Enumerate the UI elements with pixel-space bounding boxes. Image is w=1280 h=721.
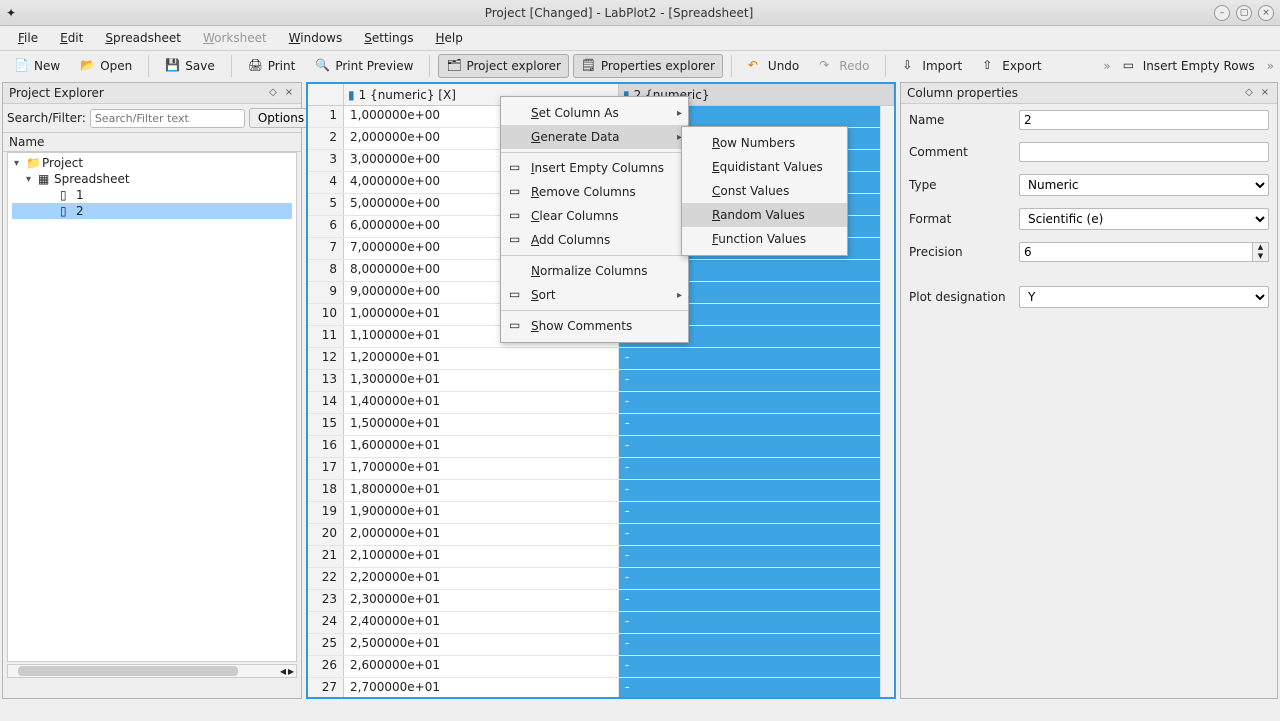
column-properties-title: Column properties bbox=[907, 86, 1239, 100]
menu-item-insert-empty-columns[interactable]: ▭Insert Empty Columns bbox=[501, 156, 688, 180]
menu-windows[interactable]: Windows bbox=[279, 28, 353, 48]
table-row[interactable]: 181,800000e+01- bbox=[308, 480, 894, 502]
menu-item-function-values[interactable]: Function Values bbox=[682, 227, 847, 251]
panel-float-button[interactable]: ◇ bbox=[267, 87, 279, 99]
options-button[interactable]: Options bbox=[249, 108, 313, 128]
project-tree[interactable]: ▾📁Project▾▦Spreadsheet▯1▯2 bbox=[7, 152, 297, 662]
table-row[interactable]: 242,400000e+01- bbox=[308, 612, 894, 634]
type-label: Type bbox=[909, 178, 1013, 192]
column-context-menu[interactable]: Set Column As▸Generate Data▸ ▭Insert Empt… bbox=[500, 96, 689, 343]
table-row[interactable]: 121,200000e+01- bbox=[308, 348, 894, 370]
precision-field[interactable] bbox=[1019, 242, 1253, 262]
table-row[interactable]: 252,500000e+01- bbox=[308, 634, 894, 656]
precision-stepper[interactable]: ▲▼ bbox=[1253, 242, 1269, 262]
menu-edit[interactable]: Edit bbox=[50, 28, 93, 48]
plot-designation-label: Plot designation bbox=[909, 290, 1013, 304]
search-input[interactable] bbox=[90, 109, 245, 128]
menu-spreadsheet[interactable]: Spreadsheet bbox=[95, 28, 191, 48]
table-row[interactable]: 191,900000e+01- bbox=[308, 502, 894, 524]
menu-item-add-columns[interactable]: ▭Add Columns bbox=[501, 228, 688, 252]
menu-item-row-numbers[interactable]: Row Numbers bbox=[682, 131, 847, 155]
table-row[interactable]: 151,500000e+01- bbox=[308, 414, 894, 436]
spreadsheet-view[interactable]: ▮1 {numeric} [X] ▮2 {numeric} 11,000000e… bbox=[306, 82, 896, 699]
toolbar-overflow-icon[interactable]: » bbox=[1103, 59, 1110, 73]
table-row[interactable]: 212,100000e+01- bbox=[308, 546, 894, 568]
export-button[interactable]: ⇧Export bbox=[974, 54, 1049, 78]
table-row[interactable]: 131,300000e+01- bbox=[308, 370, 894, 392]
print-button[interactable]: 🖨Print bbox=[240, 54, 304, 78]
panel-close-button[interactable]: × bbox=[283, 87, 295, 99]
menu-item-show-comments[interactable]: ▭Show Comments bbox=[501, 314, 688, 338]
search-label: Search/Filter: bbox=[7, 111, 86, 125]
table-row[interactable]: 141,400000e+01- bbox=[308, 392, 894, 414]
window-title: Project [Changed] - LabPlot2 - [Spreadsh… bbox=[24, 6, 1214, 20]
menu-item-normalize-columns[interactable]: Normalize Columns bbox=[501, 259, 688, 283]
tree-item-project[interactable]: ▾📁Project bbox=[12, 155, 292, 171]
tree-item-2[interactable]: ▯2 bbox=[12, 203, 292, 219]
menu-item-sort[interactable]: ▭Sort▸ bbox=[501, 283, 688, 307]
panel-close-button[interactable]: × bbox=[1259, 87, 1271, 99]
menu-item-clear-columns[interactable]: ▭Clear Columns bbox=[501, 204, 688, 228]
print-preview-button[interactable]: 🔍Print Preview bbox=[307, 54, 421, 78]
plot-designation-select[interactable]: Y bbox=[1019, 286, 1269, 308]
menu-help[interactable]: Help bbox=[425, 28, 472, 48]
toolbar: 📄New 📂Open 💾Save 🖨Print 🔍Print Preview 🗂… bbox=[0, 50, 1280, 80]
format-select[interactable]: Scientific (e) bbox=[1019, 208, 1269, 230]
table-row[interactable]: 262,600000e+01- bbox=[308, 656, 894, 678]
properties-explorer-toggle[interactable]: 🗒Properties explorer bbox=[573, 54, 723, 78]
panel-float-button[interactable]: ◇ bbox=[1243, 87, 1255, 99]
comment-label: Comment bbox=[909, 145, 1013, 159]
menu-file[interactable]: File bbox=[8, 28, 48, 48]
vertical-scrollbar[interactable] bbox=[880, 106, 894, 697]
redo-button[interactable]: ↷Redo bbox=[811, 54, 877, 78]
table-row[interactable]: 222,200000e+01- bbox=[308, 568, 894, 590]
project-explorer-title: Project Explorer bbox=[9, 86, 263, 100]
comment-field[interactable] bbox=[1019, 142, 1269, 162]
undo-button[interactable]: ↶Undo bbox=[740, 54, 807, 78]
table-row[interactable]: 232,300000e+01- bbox=[308, 590, 894, 612]
tree-column-header[interactable]: Name bbox=[3, 132, 301, 152]
menu-item-set-column-as[interactable]: Set Column As▸ bbox=[501, 101, 688, 125]
maximize-button[interactable]: ▢ bbox=[1236, 5, 1252, 21]
precision-label: Precision bbox=[909, 245, 1013, 259]
import-button[interactable]: ⇩Import bbox=[894, 54, 970, 78]
menu-item-random-values[interactable]: Random Values bbox=[682, 203, 847, 227]
menu-settings[interactable]: Settings bbox=[354, 28, 423, 48]
menubar: FileEditSpreadsheetWorksheetWindowsSetti… bbox=[0, 26, 1280, 50]
name-field[interactable] bbox=[1019, 110, 1269, 130]
open-button[interactable]: 📂Open bbox=[72, 54, 140, 78]
close-button[interactable]: × bbox=[1258, 5, 1274, 21]
menu-item-const-values[interactable]: Const Values bbox=[682, 179, 847, 203]
tree-item-spreadsheet[interactable]: ▾▦Spreadsheet bbox=[12, 171, 292, 187]
menu-item-equidistant-values[interactable]: Equidistant Values bbox=[682, 155, 847, 179]
explorer-hscroll[interactable]: ◂▸ bbox=[7, 664, 297, 678]
toolbar-overflow-icon-2[interactable]: » bbox=[1267, 59, 1274, 73]
generate-data-submenu[interactable]: Row NumbersEquidistant ValuesConst Value… bbox=[681, 126, 848, 256]
new-button[interactable]: 📄New bbox=[6, 54, 68, 78]
save-button[interactable]: 💾Save bbox=[157, 54, 222, 78]
menu-item-remove-columns[interactable]: ▭Remove Columns bbox=[501, 180, 688, 204]
titlebar: ✦ Project [Changed] - LabPlot2 - [Spread… bbox=[0, 0, 1280, 26]
table-row[interactable]: 202,000000e+01- bbox=[308, 524, 894, 546]
statusbar bbox=[0, 701, 1280, 721]
type-select[interactable]: Numeric bbox=[1019, 174, 1269, 196]
tree-item-1[interactable]: ▯1 bbox=[12, 187, 292, 203]
menu-worksheet: Worksheet bbox=[193, 28, 277, 48]
app-icon: ✦ bbox=[6, 6, 16, 20]
column-properties-panel: Column properties ◇ × Name Comment Type N… bbox=[900, 82, 1278, 699]
format-label: Format bbox=[909, 212, 1013, 226]
table-row[interactable]: 171,700000e+01- bbox=[308, 458, 894, 480]
table-row[interactable]: 161,600000e+01- bbox=[308, 436, 894, 458]
menu-item-generate-data[interactable]: Generate Data▸ bbox=[501, 125, 688, 149]
minimize-button[interactable]: – bbox=[1214, 5, 1230, 21]
project-explorer-panel: Project Explorer ◇ × Search/Filter: Opti… bbox=[2, 82, 302, 699]
table-row[interactable]: 272,700000e+01- bbox=[308, 678, 894, 697]
insert-empty-rows-button[interactable]: ▭Insert Empty Rows bbox=[1115, 54, 1263, 78]
name-label: Name bbox=[909, 113, 1013, 127]
project-explorer-toggle[interactable]: 🗂Project explorer bbox=[438, 54, 568, 78]
